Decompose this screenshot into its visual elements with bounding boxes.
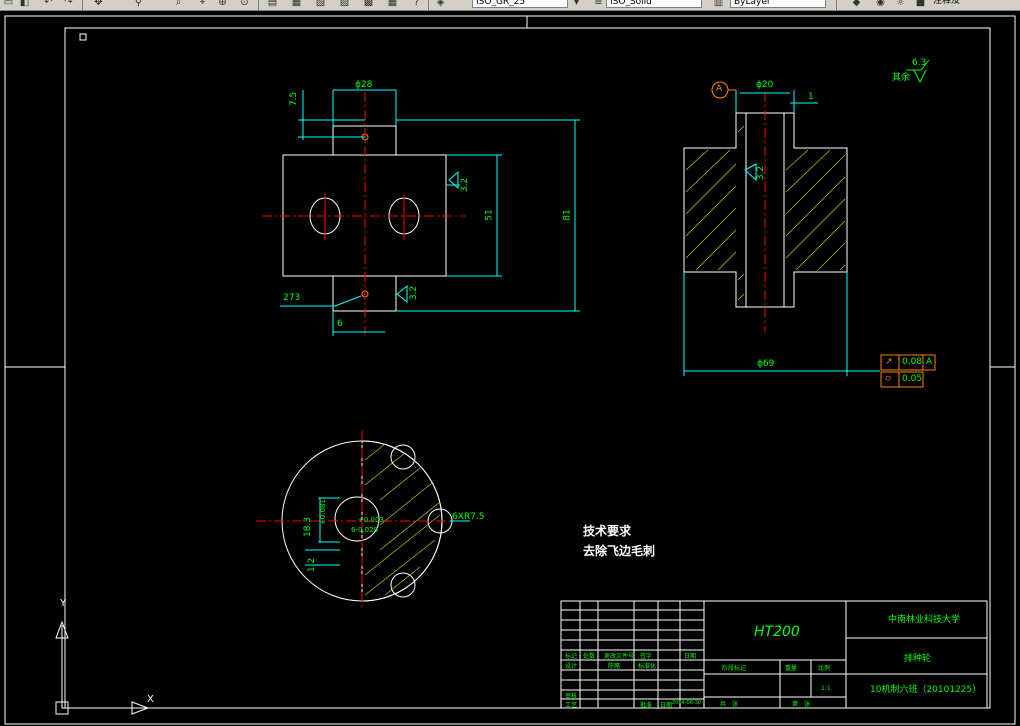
dim-18-3: 18.3 <box>303 516 314 538</box>
ucs-icon <box>55 620 150 715</box>
dim-roughness-c: 3.2 <box>756 165 767 181</box>
dim-51: 51 <box>484 209 495 221</box>
dim-7-5: 7.5 <box>289 91 300 107</box>
dim-6xr7-5: 6XR7.5 <box>452 512 485 522</box>
dim-tol-dn: 6-0.029 <box>351 526 379 534</box>
lineweight-icon[interactable]: ▥ <box>712 0 725 9</box>
help-icon[interactable]: ? <box>410 0 423 9</box>
dim-d20: ϕ20 <box>756 80 774 90</box>
process-label: 工艺 <box>565 702 578 709</box>
tool-palette-icon[interactable]: ▧ <box>314 0 327 9</box>
layer-name[interactable]: 注释及 <box>930 0 1018 8</box>
datum-a-label: A <box>716 84 723 94</box>
date-label: 日期 <box>660 702 673 709</box>
layer-state-icon[interactable]: ◈ <box>434 0 447 9</box>
dim-tol-b: +0.081 <box>318 499 327 525</box>
dim-d28: ϕ28 <box>355 80 373 90</box>
cylindricity-icon: ⌭ <box>885 374 892 384</box>
std-label: 标准化 <box>638 663 657 670</box>
col-sign: 签字 <box>640 653 653 660</box>
drawing-number: 10机制六班（20101225） <box>870 685 982 695</box>
dim-1: 1 <box>808 92 814 102</box>
markup-icon[interactable]: ▩ <box>362 0 375 9</box>
scale-label: 比例 <box>818 665 831 672</box>
zoom-extents-icon[interactable]: ⊙ <box>238 0 251 9</box>
design-label: 设计 <box>565 663 578 670</box>
runout-icon: ↗ <box>885 357 893 367</box>
ucs-marker <box>79 33 87 41</box>
save-icon[interactable]: ◧ <box>18 0 31 9</box>
date-value: 2014-06-30 <box>672 700 702 706</box>
drawing-area[interactable]: ϕ28 7.5 3.2 51 81 273 3.2 6 A ϕ20 1 3.2 … <box>0 10 1020 726</box>
bulb-icon[interactable]: ◉ <box>874 0 887 9</box>
dim-tol-up: +0.003 <box>358 516 384 524</box>
notes-title: 技术要求 <box>583 524 632 538</box>
mark-label: 阶段标记 <box>722 665 747 672</box>
notes-line1: 去除飞边毛刺 <box>583 544 656 558</box>
gtol-value-2: 0.05 <box>902 374 923 384</box>
gtol-value-1: 0.08 <box>902 357 923 367</box>
sheet-border <box>4 15 1016 725</box>
dim-roughness-a: 3.2 <box>460 177 471 193</box>
dim-roughness-b: 3.2 <box>409 285 420 301</box>
dim-1-2: 1.2 <box>307 557 318 573</box>
col-file: 更改文件号 <box>604 653 635 660</box>
layer-dropdown-icon[interactable]: ▾ <box>570 0 583 9</box>
lock-icon[interactable]: ■ <box>914 0 927 9</box>
review-label: 审核 <box>565 693 578 700</box>
dim-81: 81 <box>562 209 573 221</box>
properties-icon[interactable]: ▤ <box>266 0 279 9</box>
dim-6: 6 <box>337 319 343 329</box>
dim-d69: ϕ69 <box>757 359 775 369</box>
layer-combo[interactable]: ISO_GR_25 <box>472 0 568 8</box>
undo-icon[interactable]: ↶ <box>42 0 55 9</box>
approve-label: 批准 <box>640 702 653 709</box>
gtol-ref: A <box>926 357 933 367</box>
page-count: 第 张 <box>792 701 811 708</box>
redo-icon[interactable]: ↷ <box>62 0 75 9</box>
sheet-set-icon[interactable]: ▨ <box>338 0 351 9</box>
layers-icon[interactable]: ◆ <box>850 0 863 9</box>
material-label: HT200 <box>754 624 800 640</box>
linetype-combo[interactable]: ISO_Solid <box>606 0 702 8</box>
pan-icon[interactable]: ✥ <box>92 0 105 9</box>
ucs-y-label: Y <box>60 598 67 609</box>
zoom-prev-icon[interactable]: ⌖ <box>196 0 209 9</box>
front-view <box>262 89 580 336</box>
ucs-x-label: X <box>147 694 154 705</box>
scale-value: 1:1 <box>821 685 831 692</box>
zoom-window-icon[interactable]: ⌕ <box>172 0 185 9</box>
zoom-all-icon[interactable]: ⊕ <box>216 0 229 9</box>
col-mark: 标记 <box>565 653 578 660</box>
weight-label: 重量 <box>785 665 798 672</box>
open-icon[interactable]: ▭ <box>2 0 15 9</box>
lineweight-combo[interactable]: ByLayer <box>730 0 826 8</box>
drawing-frame <box>64 27 991 709</box>
col-count: 处数 <box>583 653 596 660</box>
dim-273: 273 <box>283 293 301 303</box>
sheet-count: 共 张 <box>720 701 739 708</box>
part-name: 排种轮 <box>904 654 932 664</box>
roughness-note: 其余 <box>892 73 911 83</box>
zoom-icon[interactable]: ⚲ <box>132 0 145 9</box>
sun-icon[interactable]: ☼ <box>894 0 907 9</box>
col-date: 日期 <box>684 653 697 660</box>
calc-icon[interactable]: ▦ <box>386 0 399 9</box>
cad-drawing <box>4 15 1016 725</box>
design-center-icon[interactable]: ▦ <box>290 0 303 9</box>
school-name: 中南林业科技大学 <box>888 615 961 625</box>
designer-name: 陈略 <box>608 663 621 670</box>
roughness-value: 6.3 <box>912 58 927 68</box>
linetype-icon[interactable]: ≡ <box>592 0 605 9</box>
section-view <box>683 59 936 388</box>
